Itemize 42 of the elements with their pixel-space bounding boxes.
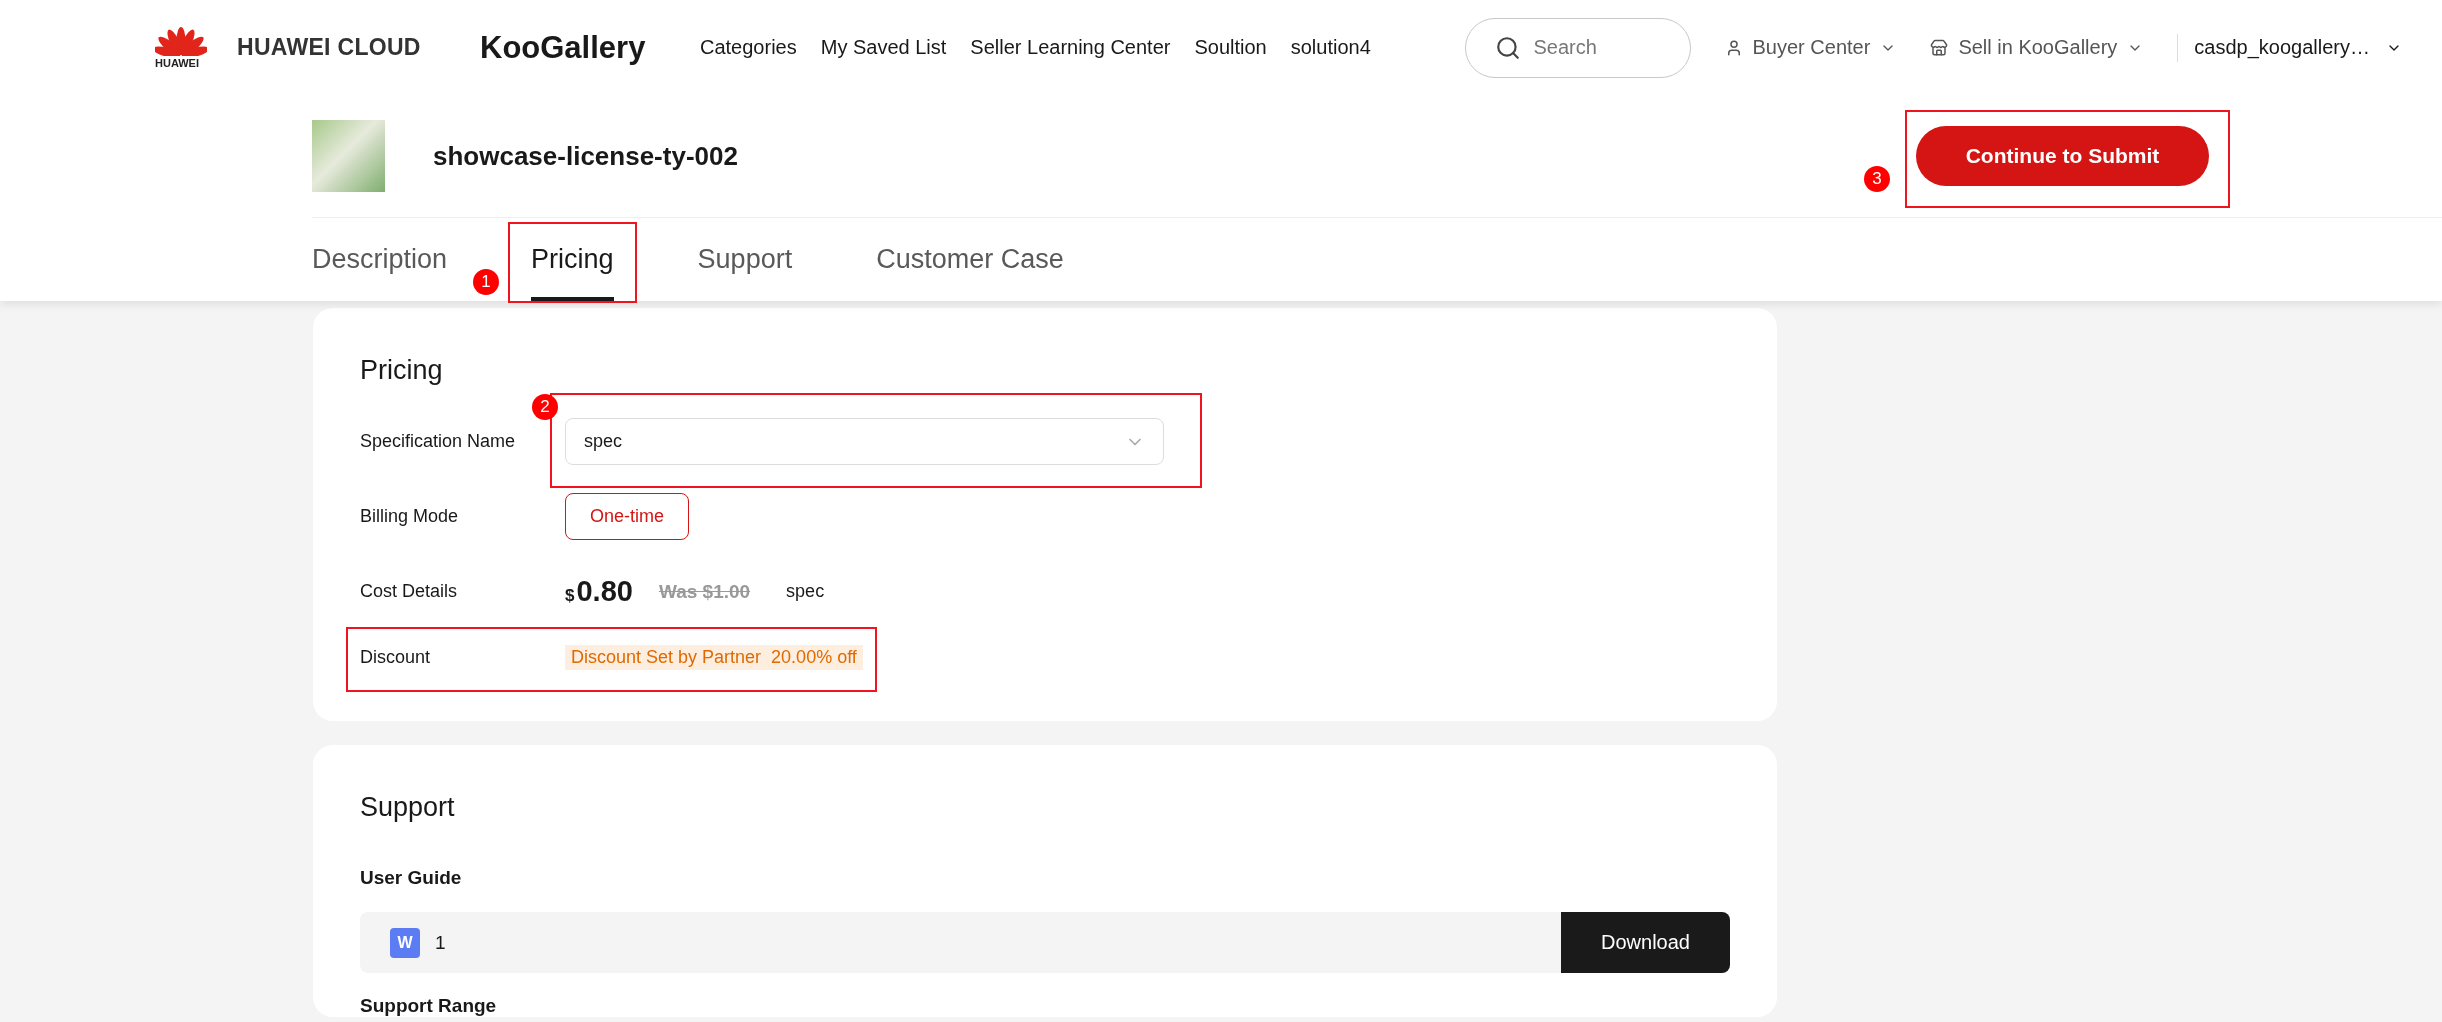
original-price: Was $1.00 <box>658 580 751 603</box>
flower-logo-icon <box>155 26 207 56</box>
search-icon <box>1494 34 1521 61</box>
step-number: 3 <box>1864 166 1890 192</box>
tab[interactable]: Customer Case <box>876 218 1064 301</box>
section-title: Support <box>360 791 456 823</box>
field-label: Discount <box>360 646 432 668</box>
tab[interactable]: Description <box>312 218 448 301</box>
nav-link[interactable]: Categories <box>700 36 797 59</box>
brand-name: HUAWEI CLOUD <box>237 34 422 61</box>
price: 0.80 <box>576 575 633 608</box>
discount-tag: Discount Set by Partner 20.00% off <box>565 644 863 670</box>
product-title: showcase-license-ty-002 <box>433 140 738 172</box>
menu-dropdown[interactable]: Sell in KooGallery <box>1930 36 2144 59</box>
tab[interactable]: Support <box>697 218 793 301</box>
billing-option[interactable]: One-time <box>565 493 690 540</box>
step-number: 2 <box>532 394 558 420</box>
field-label: Specification Name <box>360 431 517 452</box>
search-field[interactable]: Search <box>1464 17 1691 78</box>
step-number: 1 <box>473 269 500 295</box>
nav-link[interactable]: Seller Learning Center <box>970 36 1171 59</box>
currency-symbol: $ <box>565 585 575 606</box>
document-icon: W <box>390 927 420 958</box>
spec-select[interactable]: spec <box>565 418 1164 465</box>
menu-dropdown[interactable]: Buyer Center <box>1724 36 1897 59</box>
subsection-title: User Guide <box>360 867 463 889</box>
file-name: 1 <box>435 931 447 954</box>
download-button[interactable]: Download <box>1561 912 1730 973</box>
site-name[interactable]: KooGallery <box>480 29 700 66</box>
tab[interactable]: Pricing <box>531 218 614 301</box>
account-menu[interactable]: casdp_koogallery… <box>2194 36 2402 59</box>
price-unit: spec <box>786 581 825 602</box>
logo-wordmark: HUAWEI <box>155 57 199 69</box>
nav-link[interactable]: My Saved List <box>820 36 947 59</box>
field-label: Cost Details <box>360 581 459 602</box>
field-label: Billing Mode <box>360 506 460 527</box>
store-icon <box>1930 38 1949 57</box>
submit-button[interactable]: Continue to Submit <box>1916 126 2209 186</box>
nav-link[interactable]: solution4 <box>1290 36 1371 59</box>
section-title: Pricing <box>360 354 444 386</box>
subsection-title: Support Range <box>360 995 498 1017</box>
nav-link[interactable]: Soultion <box>1194 36 1267 59</box>
